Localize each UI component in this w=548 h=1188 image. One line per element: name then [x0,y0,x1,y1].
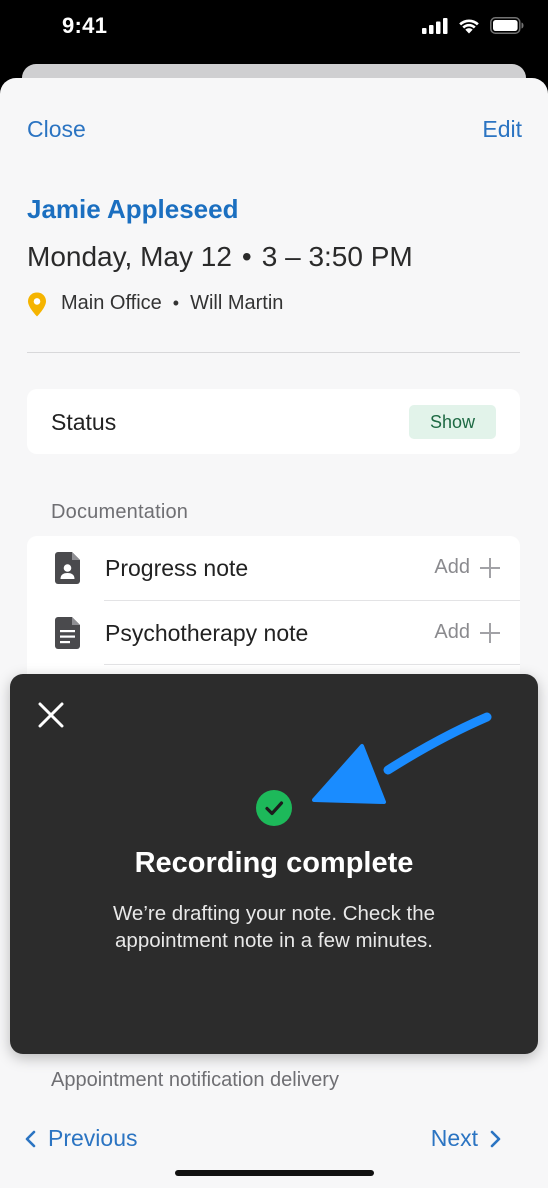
document-icon [55,617,80,649]
status-time: 9:41 [62,13,108,38]
chevron-left-icon [25,1130,36,1147]
location-pin-icon [28,292,46,317]
client-name-link[interactable]: Jamie Appleseed [27,194,238,225]
next-button[interactable]: Next [431,1125,502,1152]
status-card[interactable]: Status Show [27,389,520,454]
notification-section-header: Appointment notification delivery [51,1069,339,1091]
appointment-datetime: Monday, May 12 • 3 – 3:50 PM [27,241,413,273]
plus-icon [480,557,500,578]
add-label: Add [434,556,470,578]
divider [27,352,520,353]
list-item-progress-note[interactable]: Progress note Add [27,536,520,600]
status-bar: 9:41 [0,0,548,58]
battery-icon [490,17,524,34]
chevron-right-icon [490,1130,501,1147]
separator-dot: • [241,241,252,272]
appointment-date: Monday, May 12 [27,241,232,272]
wifi-icon [459,19,479,34]
appointment-time: 3 – 3:50 PM [261,241,413,272]
clinician-name: Will Martin [190,292,284,314]
previous-button[interactable]: Previous [24,1125,137,1152]
psychotherapy-note-label: Psychotherapy note [105,620,309,646]
row-divider [104,664,520,665]
close-icon[interactable] [38,702,64,728]
status-label: Status [51,409,117,435]
person-document-icon [55,552,80,584]
list-item-psychotherapy-note[interactable]: Psychotherapy note Add [27,601,520,665]
success-check-icon [256,790,292,826]
annotation-arrow-icon [312,712,492,804]
status-badge[interactable]: Show [409,405,496,439]
add-label: Add [434,621,470,643]
status-icons [422,17,524,34]
location-name: Main Office [61,292,162,314]
add-psychotherapy-note-button[interactable]: Add [434,621,500,644]
close-button[interactable]: Close [27,116,86,143]
next-label: Next [430,1125,478,1151]
plus-icon [480,622,500,643]
documentation-header: Documentation [51,501,189,523]
separator-dot: • [172,293,180,313]
location-row: Main Office • Will Martin [27,290,283,317]
add-progress-note-button[interactable]: Add [434,556,500,579]
toast-message: We’re drafting your note. Check the appo… [112,902,436,952]
cellular-signal-icon [422,17,448,34]
progress-note-label: Progress note [105,555,249,581]
toast-title: Recording complete [134,847,414,879]
edit-button[interactable]: Edit [482,116,522,143]
home-indicator [175,1170,374,1176]
previous-label: Previous [48,1125,138,1151]
